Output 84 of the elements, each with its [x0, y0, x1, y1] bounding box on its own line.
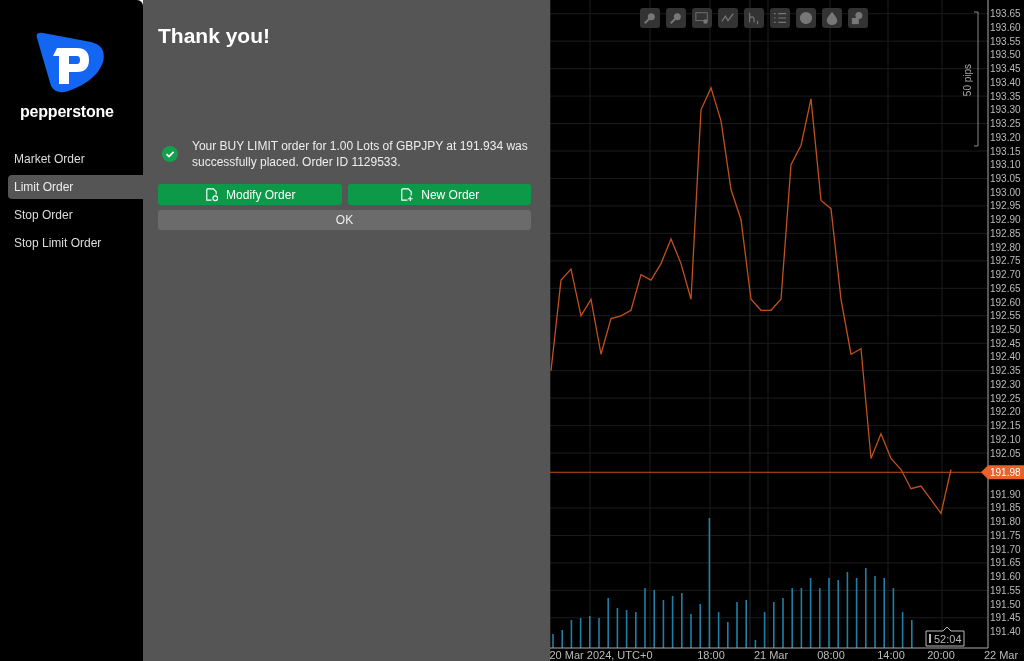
- dialog-title: Thank you!: [158, 24, 271, 48]
- time-label: 08:00: [817, 649, 845, 661]
- time-label: 20 Mar 2024, UTC+0: [550, 649, 653, 661]
- price-label: 192.10: [990, 433, 1021, 445]
- price-label: 191.65: [990, 557, 1021, 569]
- price-label: 193.35: [990, 90, 1021, 102]
- price-label: 191.70: [990, 543, 1021, 555]
- order-type-item[interactable]: Limit Order: [8, 175, 143, 199]
- price-label: 193.50: [990, 49, 1021, 61]
- price-label: 191.60: [990, 571, 1021, 583]
- price-label: 193.15: [990, 145, 1021, 157]
- price-label: 191.55: [990, 584, 1021, 596]
- price-label: 191.40: [990, 626, 1021, 638]
- price-label: 192.80: [990, 241, 1021, 253]
- price-label: 193.25: [990, 118, 1021, 130]
- price-label: 193.45: [990, 63, 1021, 75]
- ok-button[interactable]: OK: [158, 210, 531, 230]
- price-label: 192.50: [990, 324, 1021, 335]
- ref-line-label: 191.98: [990, 466, 1022, 478]
- range-label: 50 pips: [962, 63, 973, 97]
- order-button[interactable]: New Order: [347, 184, 531, 205]
- price-label: 192.35: [990, 365, 1021, 377]
- zoom-out-icon: [643, 11, 657, 25]
- price-label: 191.75: [990, 529, 1021, 541]
- zoom-in-icon: [669, 11, 683, 25]
- price-label: 191.45: [990, 612, 1021, 624]
- shapes-icon: [851, 11, 865, 25]
- price-label: 193.65: [990, 8, 1021, 20]
- order-button[interactable]: Modify Order: [158, 184, 342, 205]
- price-label: 192.40: [990, 351, 1021, 363]
- order-type-item[interactable]: Market Order: [8, 147, 143, 171]
- price-label: 193.40: [990, 76, 1021, 88]
- price-label: 193.00: [990, 186, 1021, 198]
- price-label: 192.70: [990, 269, 1021, 281]
- price-label: 193.55: [990, 35, 1021, 47]
- price-label: 192.55: [990, 310, 1021, 322]
- price-label: 192.65: [990, 282, 1021, 294]
- price-label: 192.45: [990, 337, 1021, 349]
- list-icon: [773, 11, 787, 25]
- price-label: 193.10: [990, 159, 1021, 171]
- circle-icon: [799, 11, 813, 25]
- drop-icon: [825, 11, 839, 25]
- time-label: 18:00: [697, 649, 725, 661]
- price-tag: 191.98: [981, 465, 1024, 480]
- line-chart-icon: [721, 11, 735, 25]
- price-label: 192.60: [990, 296, 1021, 308]
- drop-icon-button[interactable]: [822, 8, 842, 28]
- order-type-item[interactable]: Stop Limit Order: [8, 231, 143, 255]
- success-message: Your BUY LIMIT order for 1.00 Lots of GBPJPY at 191.934 was successfully placed. Order ID 1129533.: [192, 138, 529, 170]
- price-label: 193.30: [990, 104, 1021, 116]
- price-label: 192.05: [990, 447, 1021, 459]
- price-label: 193.20: [990, 131, 1021, 143]
- brand-name: pepperstone: [20, 103, 114, 121]
- document-plus-icon: [399, 187, 415, 202]
- shapes-icon-button[interactable]: [848, 8, 868, 28]
- time-label: 21 Mar: [753, 649, 789, 661]
- chart-settings-icon-button[interactable]: [692, 8, 712, 28]
- check-icon: [162, 146, 178, 162]
- time-box: 52:04: [925, 626, 965, 647]
- zoom-out-icon-button[interactable]: [640, 8, 660, 28]
- price-label: 191.50: [990, 598, 1021, 610]
- order-type-item[interactable]: Stop Order: [8, 203, 143, 227]
- price-label: 192.85: [990, 227, 1021, 239]
- document-gear-icon: [204, 187, 220, 202]
- price-label: 192.15: [990, 420, 1021, 432]
- time-label: 14:00: [877, 649, 905, 661]
- price-label: 192.20: [990, 406, 1021, 418]
- price-label: 191.80: [990, 516, 1021, 528]
- price-label: 192.90: [990, 214, 1021, 226]
- price-label: 191.90: [990, 488, 1021, 500]
- list-icon-button[interactable]: [770, 8, 790, 28]
- time-label: 20:00: [927, 649, 955, 661]
- price-label: 192.25: [990, 392, 1021, 404]
- price-label: 191.85: [990, 502, 1021, 514]
- zoom-in-icon-button[interactable]: [666, 8, 686, 28]
- price-label: 192.95: [990, 200, 1021, 212]
- price-label: 192.30: [990, 378, 1021, 390]
- circle-icon-button[interactable]: [796, 8, 816, 28]
- price-label: 193.05: [990, 172, 1021, 184]
- chart-settings-icon: [695, 11, 709, 25]
- price-label: 193.60: [990, 21, 1021, 33]
- line-chart-icon-button[interactable]: [718, 8, 738, 28]
- price-label: 192.75: [990, 255, 1021, 267]
- time-label: 22 Mar: [983, 649, 1019, 661]
